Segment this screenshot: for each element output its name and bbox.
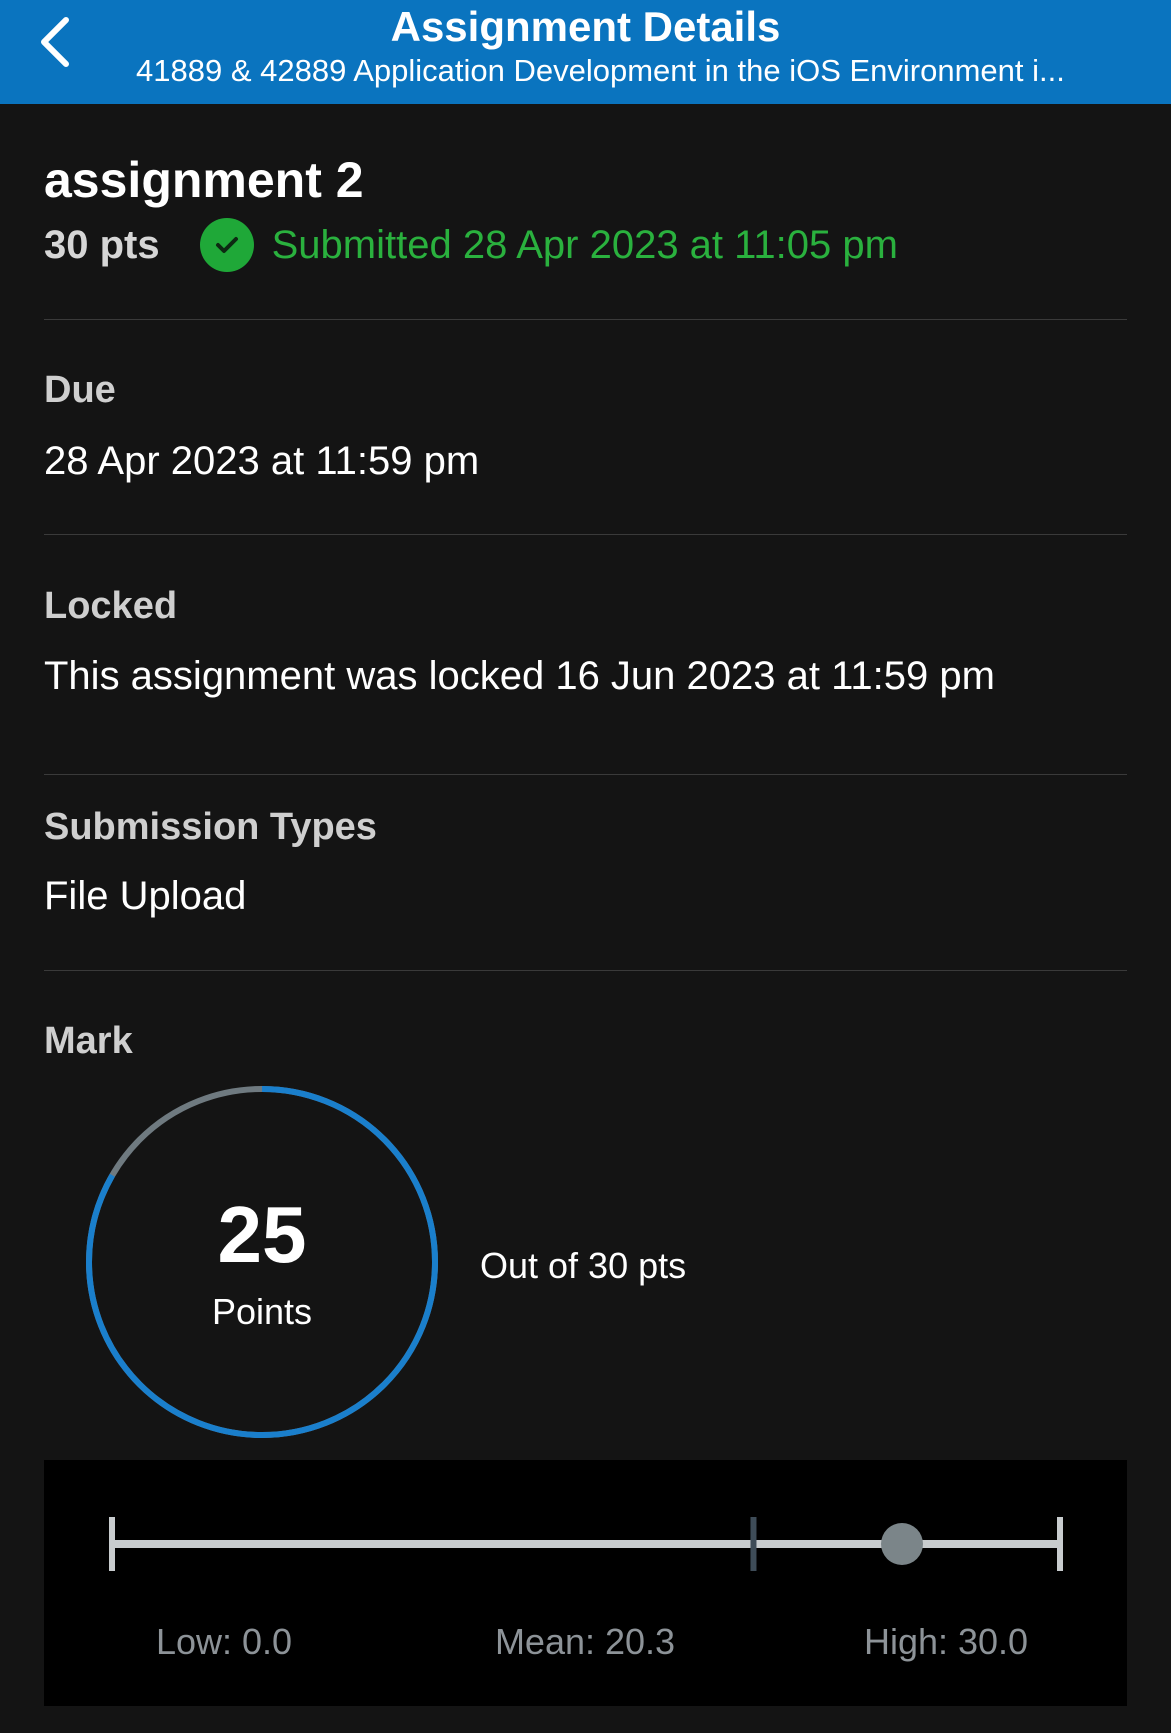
submission-status: Submitted 28 Apr 2023 at 11:05 pm	[199, 218, 898, 272]
score-marker	[881, 1523, 923, 1565]
assignment-points: 30 pts	[44, 222, 160, 267]
due-value: 28 Apr 2023 at 11:59 pm	[44, 439, 480, 483]
mark-label: Mark	[44, 1020, 133, 1062]
score-value: 25	[217, 1190, 307, 1279]
submission-status-text: Submitted 28 Apr 2023 at 11:05 pm	[271, 222, 898, 267]
due-label: Due	[44, 369, 116, 411]
score-out-of: Out of 30 pts	[480, 1245, 687, 1286]
page-title: Assignment Details	[390, 3, 781, 50]
course-subtitle: 41889 & 42889 Application Development in…	[136, 53, 1065, 88]
locked-value: This assignment was locked 16 Jun 2023 a…	[44, 654, 995, 698]
divider	[44, 534, 1127, 535]
assignment-meta: 30 pts Submitted 28 Apr 2023 at 11:05 pm	[44, 216, 1127, 274]
locked-label: Locked	[44, 585, 178, 627]
high-stat: High: 30.0	[863, 1621, 1029, 1662]
mean-stat: Mean: 20.3	[494, 1621, 676, 1662]
divider	[44, 774, 1127, 775]
divider	[44, 319, 1127, 320]
assignment-summary: assignment 2 30 pts Submitted 28 Apr 202…	[44, 150, 1127, 274]
low-stat: Low: 0.0	[155, 1621, 293, 1662]
check-circle-icon	[199, 218, 254, 272]
submission-types-label: Submission Types	[44, 806, 377, 848]
score-distribution: Low: 0.0 Mean: 20.3 High: 30.0	[44, 1460, 1127, 1706]
navigation-header: Assignment Details 41889 & 42889 Applica…	[0, 0, 1171, 104]
score-unit: Points	[211, 1291, 313, 1332]
assignment-name: assignment 2	[44, 152, 364, 208]
divider	[44, 970, 1127, 971]
distribution-chart	[109, 1517, 1063, 1571]
submission-types-value: File Upload	[44, 874, 247, 918]
